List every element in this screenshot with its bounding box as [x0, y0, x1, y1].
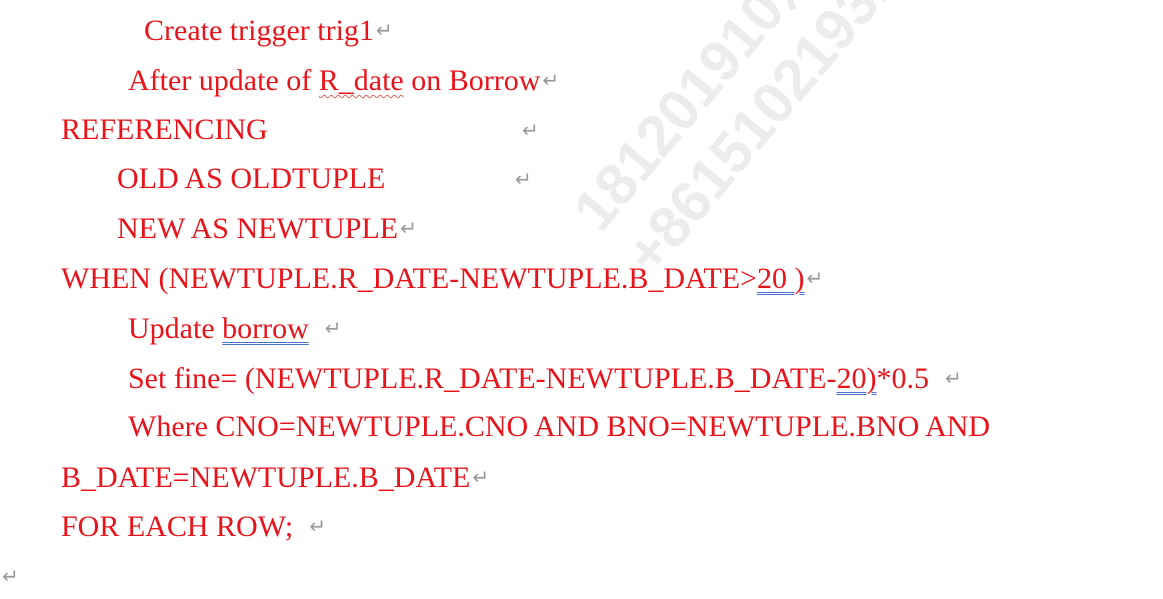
code-text: NEW AS NEWTUPLE — [117, 212, 399, 245]
code-line-4: OLD AS OLDTUPLE — [117, 161, 385, 197]
paragraph-mark-icon: ↵ — [472, 465, 490, 489]
code-line-1: Create trigger trig1 ↵ — [144, 12, 393, 48]
grammar-check-word: 20 ) — [756, 262, 805, 295]
grammar-check-word: 20) — [836, 362, 877, 395]
code-text: Set fine= (NEWTUPLE.R_DATE-NEWTUPLE.B_DA… — [128, 362, 837, 395]
paragraph-mark-icon: ↵ — [522, 118, 539, 142]
paragraph-mark-icon: ↵ — [542, 68, 560, 92]
paragraph-mark-icon: ↵ — [944, 366, 962, 390]
code-text: OLD AS OLDTUPLE — [117, 162, 386, 195]
code-text: on Borrow — [403, 64, 541, 97]
paragraph-mark-icon: ↵ — [324, 316, 342, 340]
code-line-2: After update of R_date on Borrow ↵ — [128, 62, 559, 98]
code-text: After update of — [128, 64, 319, 97]
code-line-6: WHEN (NEWTUPLE.R_DATE-NEWTUPLE.B_DATE>20… — [61, 260, 823, 296]
paragraph-mark-icon: ↵ — [2, 564, 19, 588]
code-line-10: B_DATE=NEWTUPLE.B_DATE ↵ — [61, 459, 489, 495]
code-text: REFERENCING — [61, 113, 268, 146]
code-text: Update — [128, 312, 223, 345]
code-line-9: Where CNO=NEWTUPLE.CNO AND BNO=NEWTUPLE.… — [128, 409, 990, 445]
code-text: FOR EACH ROW; — [61, 510, 294, 543]
code-line-3: REFERENCING — [61, 112, 268, 148]
empty-paragraph: ↵ — [2, 558, 19, 594]
code-text: *0.5 — [876, 362, 929, 395]
spellcheck-word: R_date — [318, 64, 404, 97]
watermark: 181201910汪雨 +8615102193148 — [560, 0, 956, 287]
code-line-4-mark: ↵ — [513, 161, 532, 197]
paragraph-mark-icon: ↵ — [515, 167, 532, 191]
code-line-7: Update borrow ↵ — [128, 310, 342, 346]
paragraph-mark-icon: ↵ — [400, 216, 417, 240]
code-text: WHEN (NEWTUPLE.R_DATE-NEWTUPLE.B_DATE> — [61, 262, 757, 295]
code-text: B_DATE=NEWTUPLE.B_DATE — [61, 461, 471, 494]
watermark-line-2: +8615102193148 — [612, 0, 954, 287]
code-line-11: FOR EACH ROW; ↵ — [61, 508, 326, 544]
paragraph-mark-icon: ↵ — [806, 266, 824, 290]
grammar-check-word: borrow — [222, 312, 309, 345]
code-text: Where CNO=NEWTUPLE.CNO AND BNO=NEWTUPLE.… — [128, 410, 991, 443]
paragraph-mark-icon: ↵ — [309, 514, 327, 538]
watermark-line-1: 181201910汪雨 — [560, 0, 872, 243]
code-line-5: NEW AS NEWTUPLE ↵ — [117, 210, 417, 246]
paragraph-mark-icon: ↵ — [375, 18, 393, 42]
document-page: 181201910汪雨 +8615102193148 Create trigge… — [0, 0, 1163, 599]
code-text: Create trigger trig1 — [144, 14, 374, 47]
code-line-3-mark: ↵ — [520, 112, 539, 148]
code-line-8: Set fine= (NEWTUPLE.R_DATE-NEWTUPLE.B_DA… — [128, 360, 962, 396]
